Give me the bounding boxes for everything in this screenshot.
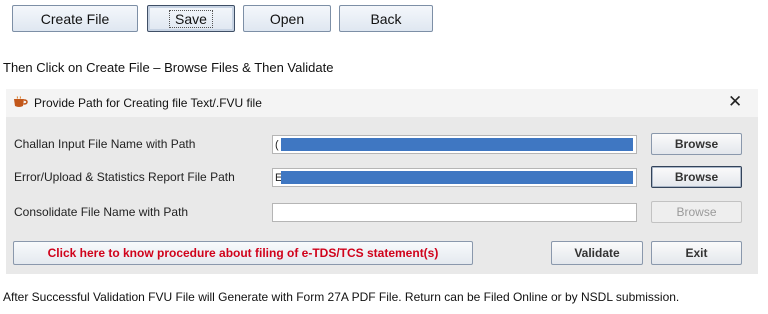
procedure-link-button[interactable]: Click here to know procedure about filin… <box>13 241 473 265</box>
challan-input-field[interactable]: ( <box>272 135 637 154</box>
consolidate-file-label: Consolidate File Name with Path <box>14 205 189 219</box>
challan-input-selection <box>281 138 633 151</box>
java-cup-icon <box>14 96 28 107</box>
create-file-dialog: Provide Path for Creating file Text/.FVU… <box>6 89 758 274</box>
consolidate-file-field[interactable] <box>272 203 637 222</box>
challan-input-value: ( <box>275 139 279 151</box>
open-button[interactable]: Open <box>243 5 331 32</box>
close-icon[interactable]: ✕ <box>728 92 742 112</box>
exit-button[interactable]: Exit <box>651 241 742 265</box>
back-button[interactable]: Back <box>339 5 433 32</box>
challan-input-label: Challan Input File Name with Path <box>14 137 196 151</box>
consolidate-browse-button[interactable]: Browse <box>651 201 742 223</box>
validate-button[interactable]: Validate <box>551 241 643 265</box>
footer-text: After Successful Validation FVU File wil… <box>3 290 680 304</box>
error-report-label: Error/Upload & Statistics Report File Pa… <box>14 170 235 184</box>
dialog-titlebar: Provide Path for Creating file Text/.FVU… <box>6 89 758 117</box>
save-button-label: Save <box>169 9 213 28</box>
save-button[interactable]: Save <box>147 5 235 32</box>
create-file-button[interactable]: Create File <box>12 5 138 32</box>
dialog-title: Provide Path for Creating file Text/.FVU… <box>34 96 262 110</box>
challan-browse-button[interactable]: Browse <box>651 133 742 155</box>
instruction-text: Then Click on Create File – Browse Files… <box>3 60 334 75</box>
error-report-browse-button[interactable]: Browse <box>651 166 742 188</box>
error-report-selection <box>281 171 633 184</box>
error-report-field[interactable]: E <box>272 168 637 187</box>
